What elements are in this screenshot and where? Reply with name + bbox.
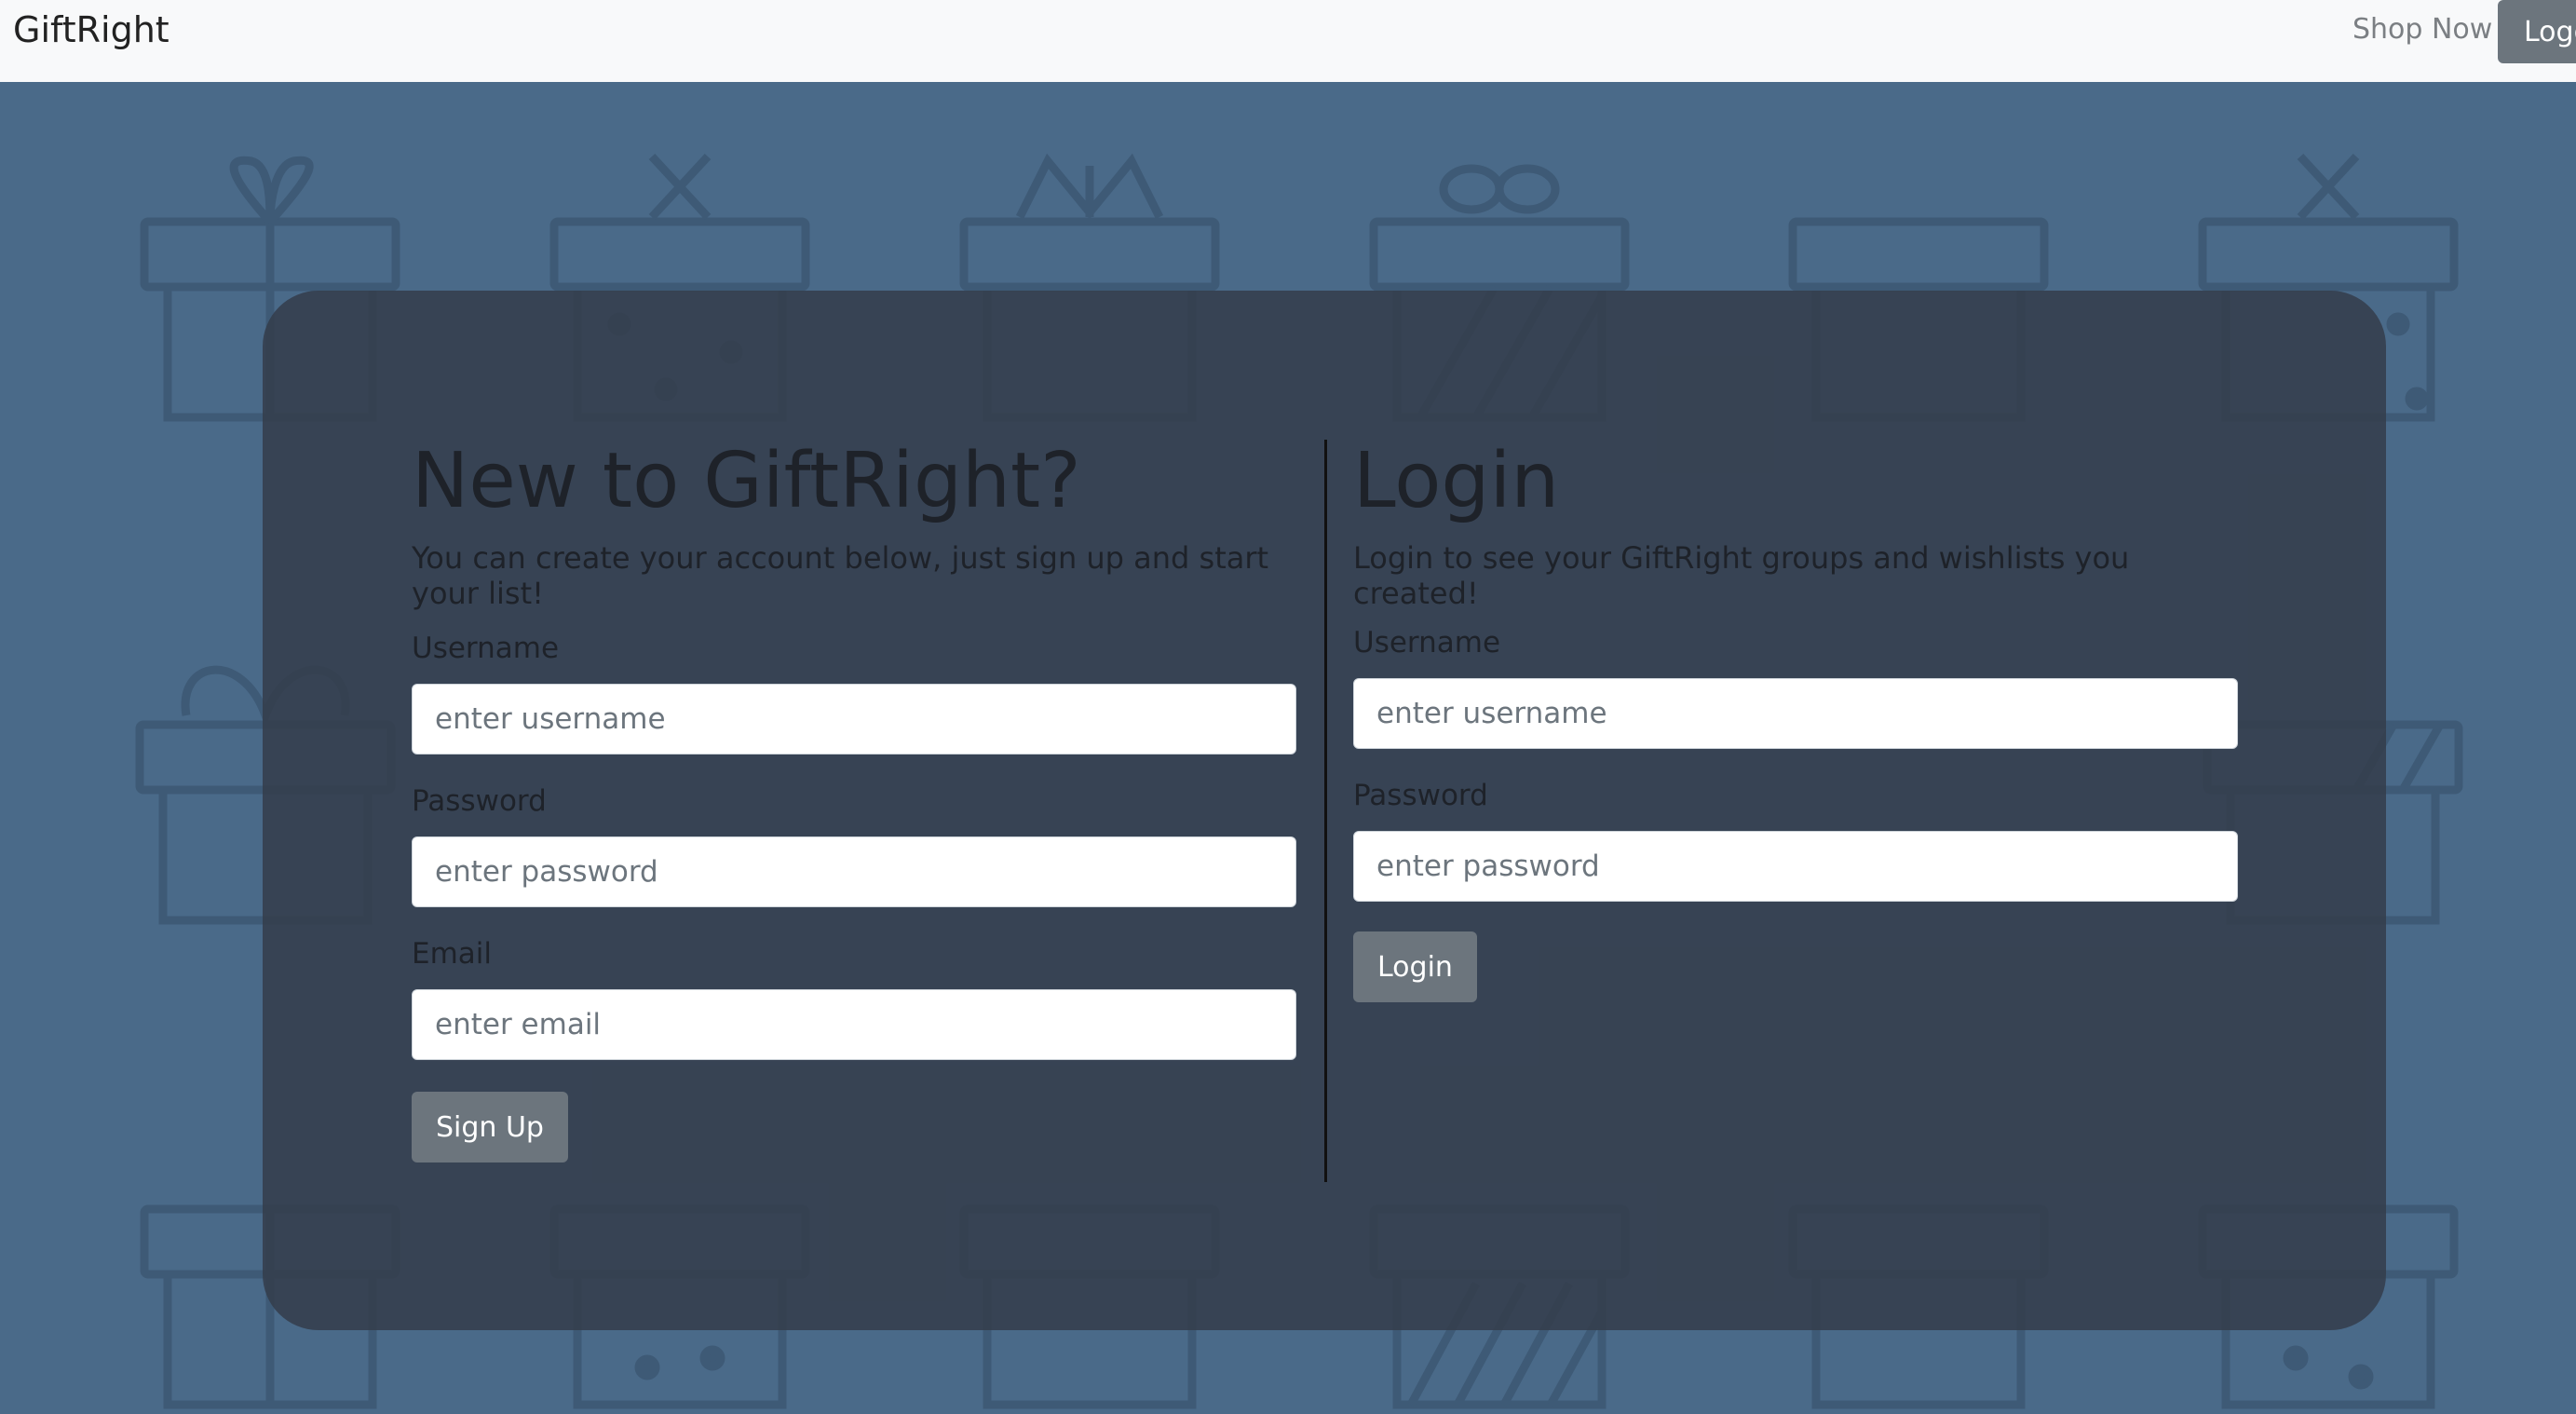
signup-subtext: You can create your account below, just … — [412, 540, 1269, 611]
login-password-label: Password — [1353, 779, 1488, 812]
login-heading: Login — [1353, 437, 1560, 525]
signup-username-label: Username — [412, 632, 560, 665]
signup-heading: New to GiftRight? — [412, 437, 1081, 525]
navbar: GiftRight Shop Now Logout — [0, 0, 2576, 82]
login-username-label: Username — [1353, 626, 1501, 659]
login-section: Login Login to see your GiftRight groups… — [1353, 440, 2238, 1002]
logout-button[interactable]: Logout — [2498, 0, 2576, 63]
auth-panel: New to GiftRight? You can create your ac… — [263, 291, 2386, 1330]
signup-email-input[interactable] — [412, 989, 1296, 1060]
shop-now-link[interactable]: Shop Now — [2352, 13, 2492, 46]
section-divider — [1324, 440, 1327, 1182]
signup-username-input[interactable] — [412, 684, 1296, 755]
signup-password-label: Password — [412, 784, 547, 818]
brand-logo-link[interactable]: GiftRight — [13, 9, 169, 50]
sign-up-button[interactable]: Sign Up — [412, 1092, 568, 1162]
signup-email-label: Email — [412, 937, 493, 971]
login-subtext: Login to see your GiftRight groups and w… — [1353, 540, 2130, 611]
signup-section: New to GiftRight? You can create your ac… — [412, 440, 1296, 1162]
login-password-input[interactable] — [1353, 831, 2238, 902]
login-button[interactable]: Login — [1353, 931, 1477, 1002]
login-username-input[interactable] — [1353, 678, 2238, 749]
signup-password-input[interactable] — [412, 836, 1296, 907]
